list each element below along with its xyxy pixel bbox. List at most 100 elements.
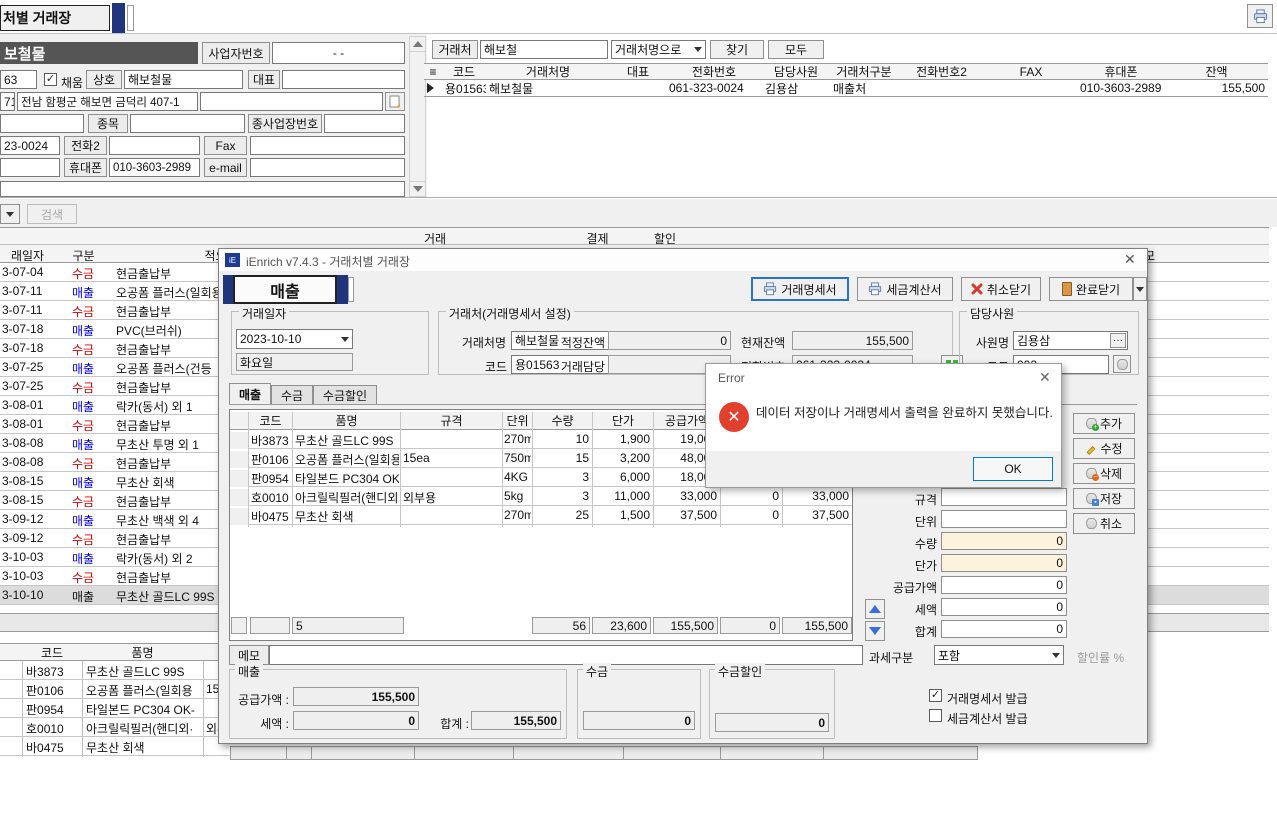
side-tax-field[interactable]: 0 [941,598,1067,616]
tax-invoice-issue-checkbox[interactable] [929,709,942,722]
scroll-up-button[interactable] [409,36,426,52]
database-icon [1086,518,1097,529]
scroll-down-button[interactable] [409,181,426,197]
customer-row-name[interactable]: 해보철물 [486,80,610,97]
customer-row-fax[interactable] [985,80,1077,97]
col-header-type[interactable]: 거래처구분 [830,63,898,80]
complete-close-button[interactable]: 완료닫기 [1049,277,1133,301]
tab-receipt-discount[interactable]: 수금할인 [313,385,377,404]
sangho-field[interactable]: 해보철물 [124,70,243,89]
address2-field[interactable] [200,92,383,111]
print-button[interactable] [1247,4,1273,28]
edit-button[interactable]: 수정 [1073,438,1135,459]
side-qty-field[interactable]: 0 [941,532,1067,550]
note-field[interactable] [0,181,405,197]
code-fragment-field[interactable]: 63 [0,70,37,89]
totals-blank [250,617,290,634]
row-arrow-icon [427,83,434,93]
col-header-balance[interactable]: 잔액 [1165,63,1268,80]
zip-fragment-field[interactable]: 71 [0,92,15,111]
product-col-spec[interactable] [203,644,219,661]
search-mode-select[interactable]: 거래처명으로 [611,40,706,59]
employee-clear-button[interactable] [1113,355,1131,373]
date-combobox[interactable]: 2023-10-10 [236,329,353,349]
complete-close-dropdown[interactable] [1133,277,1147,301]
fax-label: Fax [204,136,247,155]
customer-row-ceo[interactable] [610,80,666,97]
col-header-fax[interactable]: FAX [985,63,1077,80]
grid-col-spec[interactable]: 규격 [401,412,502,430]
sub-biz-field[interactable] [324,114,405,133]
customer-row-phone2[interactable] [898,80,985,97]
tab-sales[interactable]: 매출 [229,383,271,404]
etc-field[interactable] [0,158,60,177]
close-icon[interactable]: ✕ [1124,252,1136,266]
address-search-button[interactable] [385,92,405,111]
side-price-field[interactable]: 0 [941,554,1067,572]
phone2-field[interactable] [109,136,200,155]
dialog-titlebar[interactable]: iE iEnrich v7.4.3 - 거래처별 거래장 ✕ [219,249,1147,271]
customer-row-code[interactable]: 용01563 [442,80,486,97]
customer-row-balance[interactable]: 155,500 [1165,80,1268,97]
door-icon [1062,282,1072,296]
ok-button[interactable]: OK [973,457,1053,481]
col-header-code[interactable]: 코드 [442,63,486,80]
cancel-close-button[interactable]: 취소닫기 [961,277,1041,301]
col-header-phone2[interactable]: 전화번호2 [898,63,985,80]
employee-picker-button[interactable]: ··· [1110,333,1126,348]
database-add-icon: + [1086,418,1097,429]
cancel-button[interactable]: 취소 [1073,513,1135,534]
side-spec-field[interactable] [941,488,1067,506]
fill-checkbox[interactable]: ✓ [44,73,57,86]
item-row[interactable]: 바0475무초산 회색270ml251,50037,500037,500 [230,506,852,525]
tax-type-select[interactable]: 포함 [934,645,1064,665]
save-button[interactable]: ▪저장 [1073,488,1135,509]
uptae-field[interactable] [0,114,84,133]
email-field[interactable] [250,158,405,177]
error-icon: ✕ [719,402,749,432]
product-col-name[interactable]: 품명 [82,644,203,661]
address-field[interactable]: 전남 함평군 해보면 금덕리 407-1 [17,92,198,111]
col-header-mobile[interactable]: 휴대폰 [1077,63,1165,80]
close-icon[interactable]: ✕ [1039,370,1051,384]
customer-row-phone[interactable]: 061-323-0024 [666,80,762,97]
side-supply-field[interactable]: 0 [941,576,1067,594]
tab-receipt[interactable]: 수금 [271,385,313,404]
customer-row-type[interactable]: 매출처 [830,80,898,97]
delete-button[interactable]: −삭제 [1073,463,1135,484]
item-row[interactable]: 호0010아크릴릭필러(핸디외외부용5kg311,00033,000033,00… [230,487,852,506]
grid-col-code[interactable]: 코드 [249,412,292,430]
search-button[interactable]: 검색 [27,204,77,224]
col-header-manager[interactable]: 담당사원 [762,63,830,80]
daepyo-field[interactable] [282,70,405,89]
scrollbar-vertical[interactable] [409,36,426,197]
product-col-code[interactable]: 코드 [22,644,82,661]
memo-input[interactable] [269,645,863,665]
add-button[interactable]: +추가 [1073,413,1135,434]
fax-field[interactable] [250,136,405,155]
phone-fragment-field[interactable]: 23-0024 [0,136,60,155]
col-header-phone[interactable]: 전화번호 [666,63,762,80]
customer-row-mobile[interactable]: 010-3603-2989 [1077,80,1165,97]
side-unit-field[interactable] [941,510,1067,528]
mobile-field[interactable]: 010-3603-2989 [109,158,200,177]
col-header-name[interactable]: 거래처명 [486,63,610,80]
customer-search-input[interactable]: 해보철 [480,40,608,59]
all-button[interactable]: 모두 [768,40,824,59]
product-table: 코드 품명 바3873무초산 골드LC 99S 판0106오공폼 플러스(일회용… [0,643,219,757]
col-header-ceo[interactable]: 대표 [610,63,666,80]
tax-invoice-button[interactable]: 세금계산서 [857,277,953,301]
statement-button[interactable]: 거래명세서 [751,277,849,301]
grid-col-qty[interactable]: 수량 [533,412,592,430]
filter-combo-fragment[interactable] [0,204,20,224]
grid-col-unit[interactable]: 단위 [503,412,532,430]
find-button[interactable]: 찾기 [710,40,764,59]
grid-col-price[interactable]: 단가 [593,412,653,430]
biz-no-field[interactable]: - - [272,42,405,64]
side-spec-label: 규격 [875,491,937,508]
grid-col-name[interactable]: 품명 [293,412,400,430]
statement-issue-checkbox[interactable]: ✓ [929,689,942,702]
side-total-field[interactable]: 0 [941,620,1067,638]
customer-row-manager[interactable]: 김용삼 [762,80,830,97]
jongmok-field[interactable] [130,114,245,133]
